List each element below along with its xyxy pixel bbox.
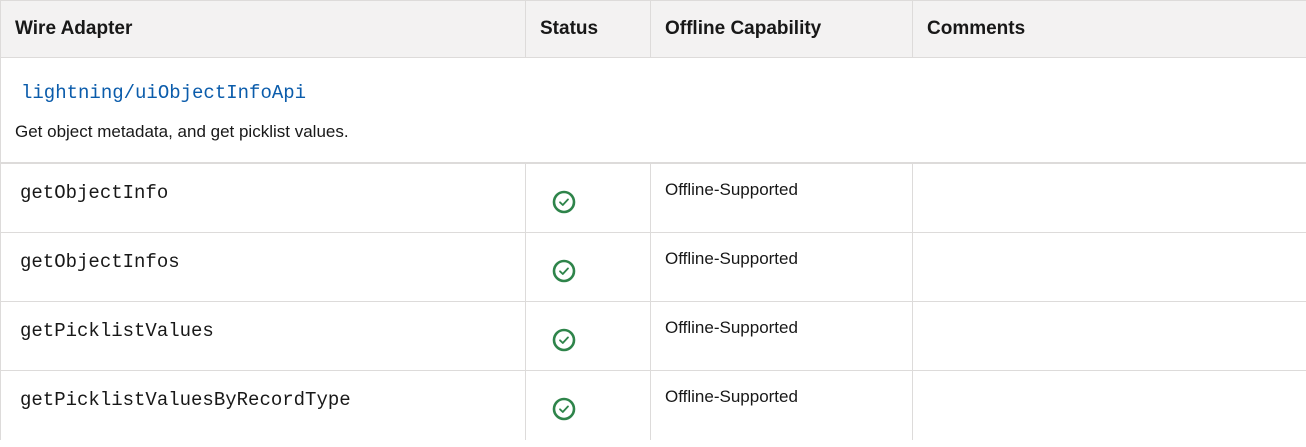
check-circle-icon bbox=[552, 259, 576, 283]
table-row: getObjectInfos Offline-Supported bbox=[0, 232, 1306, 302]
table-row: getObjectInfo Offline-Supported bbox=[0, 163, 1306, 233]
header-offline-capability: Offline Capability bbox=[650, 0, 913, 58]
table-header-row: Wire Adapter Status Offline Capability C… bbox=[0, 0, 1306, 58]
header-comments: Comments bbox=[912, 0, 1306, 58]
comments-cell bbox=[912, 232, 1306, 302]
status-cell bbox=[525, 301, 651, 371]
status-cell bbox=[525, 232, 651, 302]
check-circle-icon bbox=[552, 328, 576, 352]
group-cell: lightning/uiObjectInfoApi Get object met… bbox=[0, 57, 1306, 164]
offline-capability: Offline-Supported bbox=[650, 163, 913, 233]
adapter-name: getPicklistValues bbox=[0, 301, 526, 371]
module-description: Get object metadata, and get picklist va… bbox=[1, 112, 1306, 163]
offline-capability: Offline-Supported bbox=[650, 301, 913, 371]
adapter-name: getObjectInfo bbox=[0, 163, 526, 233]
offline-capability: Offline-Supported bbox=[650, 370, 913, 440]
status-cell bbox=[525, 370, 651, 440]
status-cell bbox=[525, 163, 651, 233]
table-row: getPicklistValues Offline-Supported bbox=[0, 301, 1306, 371]
adapter-name: getObjectInfos bbox=[0, 232, 526, 302]
module-link[interactable]: lightning/uiObjectInfoApi bbox=[1, 58, 1306, 112]
header-status: Status bbox=[525, 0, 651, 58]
check-circle-icon bbox=[552, 190, 576, 214]
header-wire-adapter: Wire Adapter bbox=[0, 0, 526, 58]
table-row: getPicklistValuesByRecordType Offline-Su… bbox=[0, 370, 1306, 440]
comments-cell bbox=[912, 370, 1306, 440]
adapter-name: getPicklistValuesByRecordType bbox=[0, 370, 526, 440]
comments-cell bbox=[912, 163, 1306, 233]
wire-adapter-table: Wire Adapter Status Offline Capability C… bbox=[0, 0, 1306, 440]
offline-capability: Offline-Supported bbox=[650, 232, 913, 302]
group-row: lightning/uiObjectInfoApi Get object met… bbox=[0, 57, 1306, 164]
check-circle-icon bbox=[552, 397, 576, 421]
comments-cell bbox=[912, 301, 1306, 371]
